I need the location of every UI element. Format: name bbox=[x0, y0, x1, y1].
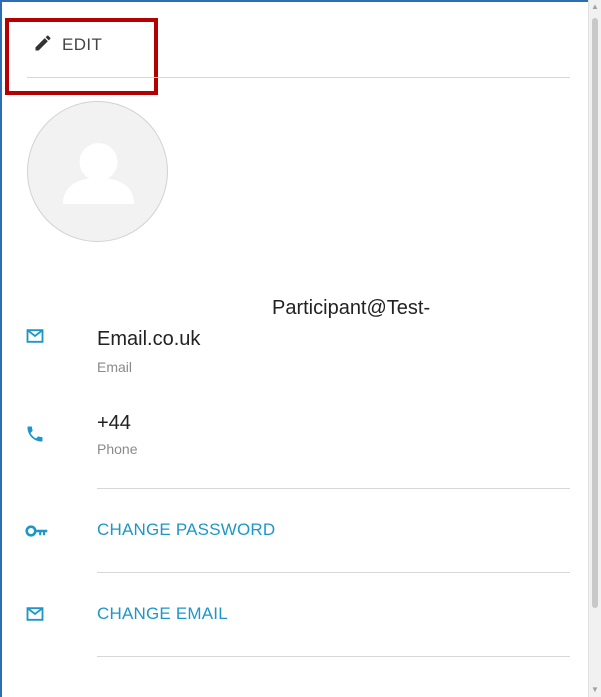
edit-label: EDIT bbox=[62, 35, 103, 54]
email-caption: Email bbox=[97, 359, 133, 375]
scroll-thumb[interactable] bbox=[592, 18, 598, 608]
divider bbox=[97, 656, 570, 657]
phone-icon bbox=[25, 424, 45, 444]
divider bbox=[97, 572, 570, 573]
email-value-line2: Email.co.uk bbox=[97, 328, 201, 350]
vertical-scrollbar[interactable]: ▲ ▼ bbox=[588, 0, 601, 697]
change-email-link[interactable]: CHANGE EMAIL bbox=[97, 604, 228, 624]
phone-caption: Phone bbox=[97, 441, 138, 457]
pencil-icon bbox=[33, 33, 53, 58]
user-placeholder-icon bbox=[63, 143, 134, 204]
phone-value: +44 bbox=[97, 412, 131, 434]
email-value-line1: Participant@Test- bbox=[272, 297, 431, 319]
change-password-link[interactable]: CHANGE PASSWORD bbox=[97, 520, 275, 540]
scroll-up-arrow-icon[interactable]: ▲ bbox=[589, 0, 601, 14]
mail-icon bbox=[25, 604, 45, 624]
mail-icon bbox=[25, 326, 45, 346]
divider bbox=[27, 77, 570, 78]
divider bbox=[97, 488, 570, 489]
edit-button[interactable]: EDIT bbox=[33, 32, 102, 58]
key-icon bbox=[25, 521, 49, 541]
scroll-down-arrow-icon[interactable]: ▼ bbox=[589, 683, 601, 697]
avatar[interactable] bbox=[27, 101, 168, 242]
